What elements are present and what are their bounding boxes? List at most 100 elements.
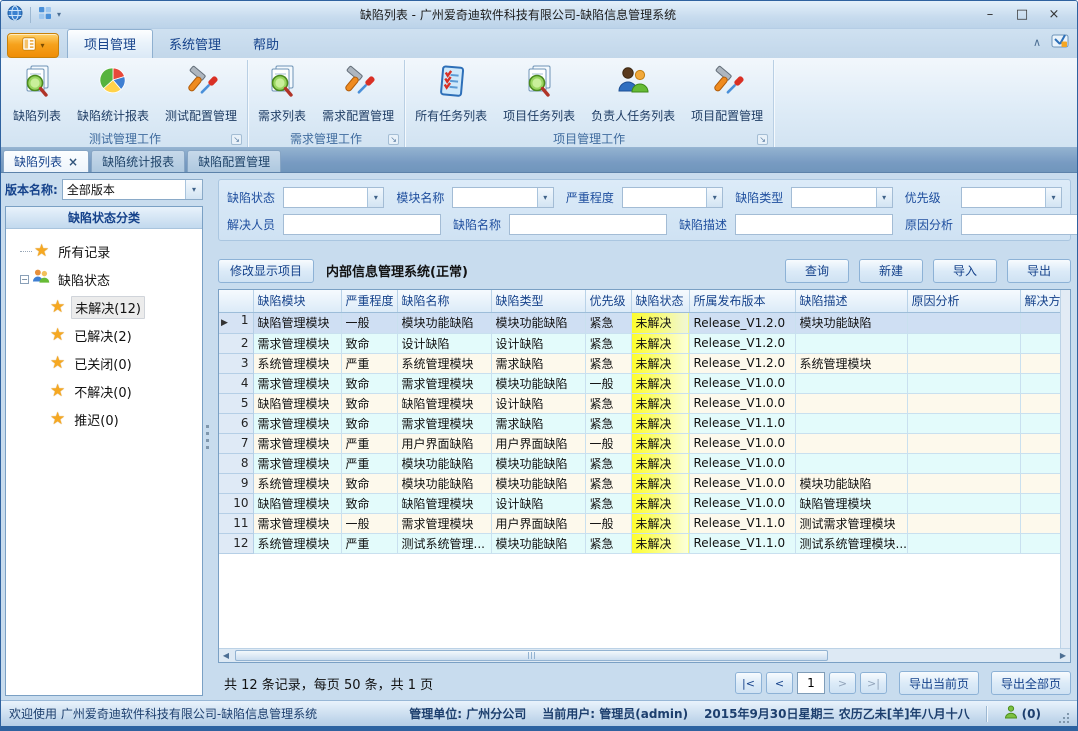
tree-item-unresolved[interactable]: ★ 未解决(12) — [20, 293, 198, 321]
cell-status[interactable]: 未解决 — [631, 413, 689, 433]
scroll-right-icon[interactable]: ▶ — [1056, 649, 1070, 662]
cell-description[interactable]: 模块功能缺陷 — [795, 312, 907, 333]
ribbon-tab-project[interactable]: 项目管理 — [67, 29, 153, 58]
tree-item-postponed[interactable]: ★ 推迟(0) — [20, 405, 198, 433]
cell-severity[interactable]: 致命 — [341, 493, 397, 513]
prev-page-button[interactable]: < — [766, 672, 793, 694]
cell-status[interactable]: 未解决 — [631, 493, 689, 513]
tree-item-resolved[interactable]: ★ 已解决(2) — [20, 321, 198, 349]
cell-description[interactable]: 模块功能缺陷 — [795, 473, 907, 493]
cell-type[interactable]: 设计缺陷 — [491, 393, 585, 413]
export-current-page-button[interactable]: 导出当前页 — [899, 671, 979, 695]
cell-release[interactable]: Release_V1.1.0 — [689, 533, 795, 553]
table-row[interactable]: ▶10 缺陷管理模块 致命 缺陷管理模块 设计缺陷 紧急 未解决 Release… — [219, 493, 1060, 513]
cell-type[interactable]: 用户界面缺陷 — [491, 513, 585, 533]
cell-cause[interactable] — [907, 433, 1020, 453]
cell-status[interactable]: 未解决 — [631, 353, 689, 373]
cell-cause[interactable] — [907, 513, 1020, 533]
cell-name[interactable]: 缺陷管理模块 — [397, 393, 491, 413]
cell-release[interactable]: Release_V1.0.0 — [689, 493, 795, 513]
owner-tasks-button[interactable]: 负责人任务列表 — [583, 61, 683, 126]
cell-status[interactable]: 未解决 — [631, 333, 689, 353]
export-all-pages-button[interactable]: 导出全部页 — [991, 671, 1071, 695]
table-row[interactable]: ▶1 缺陷管理模块 一般 模块功能缺陷 模块功能缺陷 紧急 未解决 Releas… — [219, 312, 1060, 333]
app-menu-button[interactable]: ▾ — [7, 33, 59, 58]
table-row[interactable]: ▶2 需求管理模块 致命 设计缺陷 设计缺陷 紧急 未解决 Release_V1… — [219, 333, 1060, 353]
cell-cause[interactable] — [907, 493, 1020, 513]
cell-type[interactable]: 设计缺陷 — [491, 493, 585, 513]
row-header-cell[interactable]: ▶12 — [219, 533, 253, 553]
cell-module[interactable]: 需求管理模块 — [253, 433, 341, 453]
cell-description[interactable]: 系统管理模块 — [795, 353, 907, 373]
cell-cause[interactable] — [907, 453, 1020, 473]
doc-tab-defect-report[interactable]: 缺陷统计报表 — [91, 150, 185, 172]
severity-filter[interactable]: ▾ — [622, 187, 723, 208]
cell-severity[interactable]: 严重 — [341, 353, 397, 373]
cell-name[interactable]: 需求管理模块 — [397, 373, 491, 393]
cell-solution[interactable] — [1020, 393, 1060, 413]
cell-severity[interactable]: 一般 — [341, 513, 397, 533]
cell-release[interactable]: Release_V1.2.0 — [689, 333, 795, 353]
cell-description[interactable]: 测试系统管理模块... — [795, 533, 907, 553]
all-tasks-button[interactable]: 所有任务列表 — [407, 61, 495, 126]
cell-release[interactable]: Release_V1.0.0 — [689, 373, 795, 393]
doc-tab-defect-list[interactable]: 缺陷列表 × — [3, 150, 89, 172]
query-button[interactable]: 查询 — [785, 259, 849, 283]
scroll-left-icon[interactable]: ◀ — [219, 649, 233, 662]
scrollbar-thumb[interactable] — [235, 650, 828, 661]
row-header-cell[interactable]: ▶4 — [219, 373, 253, 393]
cell-status[interactable]: 未解决 — [631, 393, 689, 413]
cell-status[interactable]: 未解决 — [631, 433, 689, 453]
cell-cause[interactable] — [907, 353, 1020, 373]
row-header-cell[interactable]: ▶5 — [219, 393, 253, 413]
cell-module[interactable]: 缺陷管理模块 — [253, 393, 341, 413]
collapse-ribbon-icon[interactable]: ∧ — [1033, 38, 1041, 48]
cell-description[interactable] — [795, 413, 907, 433]
cell-description[interactable]: 测试需求管理模块 — [795, 513, 907, 533]
dialog-launcher-icon[interactable]: ↘ — [231, 134, 242, 145]
collapse-node-icon[interactable]: − — [20, 275, 29, 284]
cell-cause[interactable] — [907, 312, 1020, 333]
cause-analysis-input[interactable] — [961, 214, 1077, 235]
cell-name[interactable]: 设计缺陷 — [397, 333, 491, 353]
project-config-button[interactable]: 项目配置管理 — [683, 61, 771, 126]
resolver-input[interactable] — [283, 214, 441, 235]
cell-cause[interactable] — [907, 533, 1020, 553]
export-button[interactable]: 导出 — [1007, 259, 1071, 283]
cell-module[interactable]: 缺陷管理模块 — [253, 312, 341, 333]
cell-name[interactable]: 需求管理模块 — [397, 413, 491, 433]
column-header[interactable]: 原因分析 — [907, 290, 1020, 312]
cell-priority[interactable]: 紧急 — [585, 453, 631, 473]
close-button[interactable]: × — [1039, 5, 1069, 25]
cell-priority[interactable]: 紧急 — [585, 393, 631, 413]
cell-name[interactable]: 模块功能缺陷 — [397, 473, 491, 493]
page-number-input[interactable] — [797, 672, 825, 694]
cell-module[interactable]: 系统管理模块 — [253, 473, 341, 493]
column-header[interactable]: 缺陷模块 — [253, 290, 341, 312]
cell-module[interactable]: 需求管理模块 — [253, 513, 341, 533]
table-row[interactable]: ▶3 系统管理模块 严重 系统管理模块 需求缺陷 紧急 未解决 Release_… — [219, 353, 1060, 373]
cell-severity[interactable]: 严重 — [341, 533, 397, 553]
last-page-button[interactable]: >| — [860, 672, 887, 694]
cell-description[interactable] — [795, 373, 907, 393]
cell-name[interactable]: 测试系统管理... — [397, 533, 491, 553]
cell-severity[interactable]: 致命 — [341, 333, 397, 353]
dialog-launcher-icon[interactable]: ↘ — [388, 134, 399, 145]
cell-severity[interactable]: 一般 — [341, 312, 397, 333]
cell-cause[interactable] — [907, 333, 1020, 353]
minimize-button[interactable]: – — [975, 5, 1005, 25]
row-header-cell[interactable]: ▶11 — [219, 513, 253, 533]
cell-module[interactable]: 需求管理模块 — [253, 373, 341, 393]
cell-release[interactable]: Release_V1.0.0 — [689, 473, 795, 493]
cell-release[interactable]: Release_V1.0.0 — [689, 433, 795, 453]
cell-module[interactable]: 需求管理模块 — [253, 413, 341, 433]
cell-description[interactable]: 缺陷管理模块 — [795, 493, 907, 513]
row-header-cell[interactable]: ▶8 — [219, 453, 253, 473]
defect-status-filter[interactable]: ▾ — [283, 187, 384, 208]
layout-icon[interactable] — [38, 5, 52, 24]
close-tab-icon[interactable]: × — [68, 157, 78, 167]
cell-name[interactable]: 缺陷管理模块 — [397, 493, 491, 513]
cell-solution[interactable] — [1020, 373, 1060, 393]
table-row[interactable]: ▶6 需求管理模块 致命 需求管理模块 需求缺陷 紧急 未解决 Release_… — [219, 413, 1060, 433]
cell-solution[interactable] — [1020, 433, 1060, 453]
